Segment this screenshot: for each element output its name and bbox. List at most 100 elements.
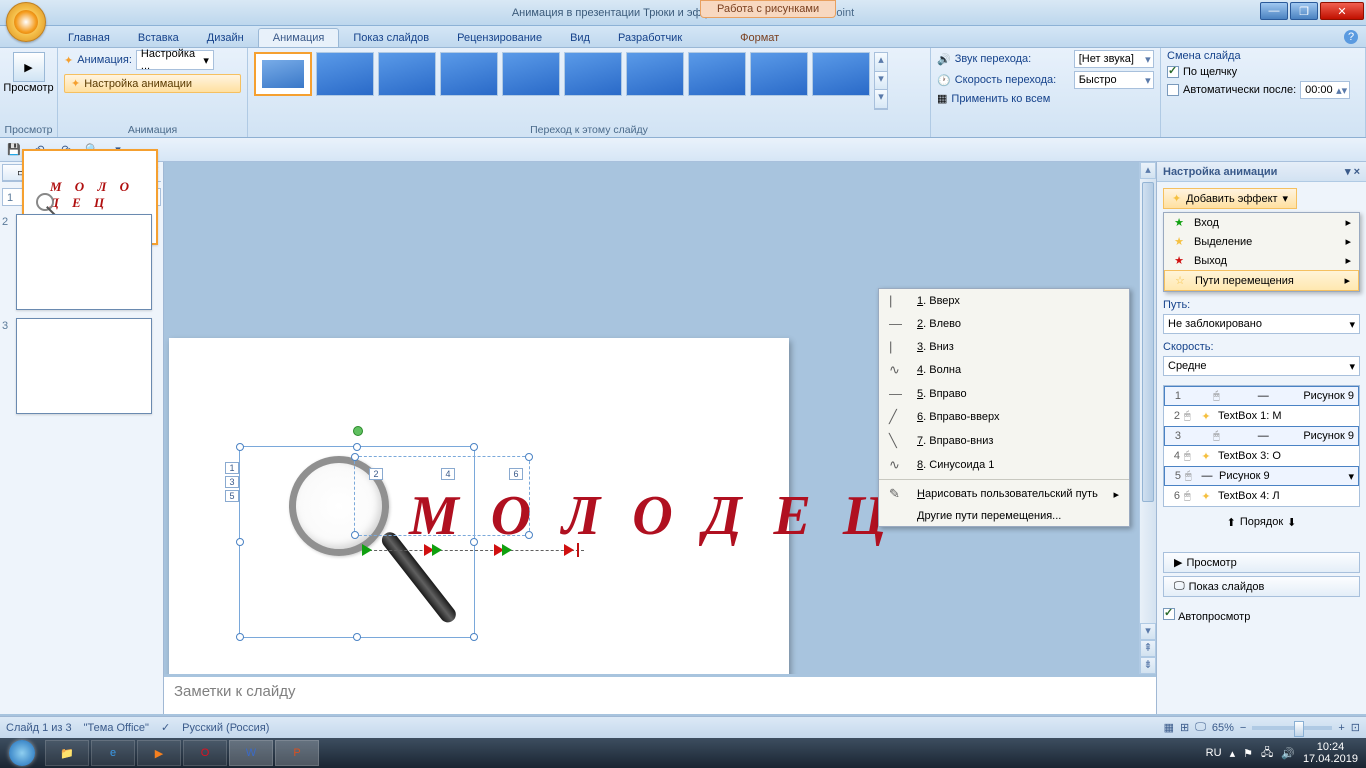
reorder-down-icon[interactable]: ⬇	[1287, 516, 1296, 529]
effect-row[interactable]: 1🖱—Рисунок 9	[1164, 386, 1359, 406]
tab-view[interactable]: Вид	[556, 29, 604, 47]
path-wave[interactable]: ∿4. Волна	[879, 358, 1129, 382]
sequence-tag[interactable]: 6	[509, 468, 523, 480]
slide-thumbnail-2[interactable]: 2	[2, 214, 161, 310]
effect-row[interactable]: 2🖱✦TextBox 1: М	[1164, 406, 1359, 426]
sound-select[interactable]: [Нет звука]▾	[1074, 50, 1154, 68]
tab-insert[interactable]: Вставка	[124, 29, 193, 47]
zoom-in-icon[interactable]: +	[1338, 722, 1344, 734]
path-custom[interactable]: ✎Нарисовать пользовательский путь▸	[879, 482, 1129, 506]
effect-row[interactable]: 3🖱—Рисунок 9	[1164, 426, 1359, 446]
effects-list[interactable]: 1🖱—Рисунок 9 2🖱✦TextBox 1: М 3🖱—Рисунок …	[1163, 385, 1360, 507]
zoom-level[interactable]: 65%	[1212, 722, 1234, 734]
office-button[interactable]	[6, 2, 46, 42]
clock-time[interactable]: 10:24	[1303, 741, 1358, 753]
tab-format[interactable]: Формат	[726, 29, 793, 47]
effect-row[interactable]: 5🖱—Рисунок 9▾	[1164, 466, 1359, 486]
sequence-tag[interactable]: 5	[225, 490, 239, 502]
effect-row[interactable]: 4🖱✦TextBox 3: О	[1164, 446, 1359, 466]
autopreview-checkbox[interactable]	[1163, 608, 1175, 620]
auto-time-spinner[interactable]: 00:00▴▾	[1300, 81, 1350, 99]
path-up-right[interactable]: ╱6. Вправо-вверх	[879, 405, 1129, 429]
taskbar-ie-icon[interactable]: e	[91, 740, 135, 766]
path-more[interactable]: Другие пути перемещения...	[879, 506, 1129, 526]
view-slideshow-icon[interactable]: 🖵	[1195, 721, 1206, 734]
speed-select[interactable]: Быстро▾	[1074, 71, 1154, 89]
zoom-out-icon[interactable]: −	[1240, 722, 1246, 734]
path-down-right[interactable]: ╲7. Вправо-вниз	[879, 429, 1129, 453]
taskbar-word-icon[interactable]: W	[229, 740, 273, 766]
on-click-checkbox[interactable]	[1167, 66, 1179, 78]
auto-after-checkbox[interactable]	[1167, 84, 1179, 96]
transition-none[interactable]	[254, 52, 312, 96]
transition-item[interactable]	[502, 52, 560, 96]
clock-date[interactable]: 17.04.2019	[1303, 753, 1358, 765]
tab-slideshow[interactable]: Показ слайдов	[339, 29, 443, 47]
motion-path[interactable]	[364, 550, 584, 551]
transition-gallery-more[interactable]: ▴▾▾	[874, 52, 888, 110]
transition-item[interactable]	[812, 52, 870, 96]
restore-button[interactable]: ❐	[1290, 2, 1318, 20]
taskpane-close-icon[interactable]: ×	[1354, 166, 1360, 178]
custom-animation-button[interactable]: ✦ Настройка анимации	[64, 74, 241, 93]
tab-animation[interactable]: Анимация	[258, 28, 340, 47]
taskpane-dropdown-icon[interactable]: ▾	[1345, 166, 1351, 178]
path-right[interactable]: —5. Вправо	[879, 382, 1129, 405]
transition-item[interactable]	[688, 52, 746, 96]
tp-slideshow-button[interactable]: 🖵Показ слайдов	[1163, 576, 1360, 597]
transition-item[interactable]	[564, 52, 622, 96]
effect-row[interactable]: 6🖱✦TextBox 4: Л	[1164, 486, 1359, 506]
start-button[interactable]	[0, 738, 44, 768]
slide-thumbnail-1[interactable]: 1М О Л О Д Е Ц	[2, 188, 161, 206]
add-effect-button[interactable]: ✦Добавить эффект▾	[1163, 188, 1297, 209]
vertical-scrollbar[interactable]: ▴ ▾ ⇞ ⇟	[1139, 162, 1156, 674]
transition-item[interactable]	[440, 52, 498, 96]
spellcheck-icon[interactable]: ✓	[161, 721, 170, 734]
menu-emphasis[interactable]: ★Выделение▸	[1164, 232, 1359, 251]
view-normal-icon[interactable]: ▦	[1164, 721, 1174, 734]
apply-all-button[interactable]: ▦Применить ко всем	[937, 92, 1154, 105]
taskbar-media-icon[interactable]: ▶	[137, 740, 181, 766]
taskbar-opera-icon[interactable]: O	[183, 740, 227, 766]
fit-icon[interactable]: ⊡	[1351, 721, 1360, 734]
menu-motion-paths[interactable]: ☆Пути перемещения▸	[1164, 270, 1359, 291]
rotation-handle[interactable]	[353, 426, 363, 436]
reorder-up-icon[interactable]: ⬆	[1227, 516, 1236, 529]
tp-speed-select[interactable]: Средне▾	[1163, 356, 1360, 376]
view-sorter-icon[interactable]: ⊞	[1180, 721, 1189, 734]
path-left[interactable]: —2. Влево	[879, 312, 1129, 335]
help-icon[interactable]: ?	[1344, 30, 1358, 44]
path-down[interactable]: |3. Вниз	[879, 335, 1129, 358]
tab-design[interactable]: Дизайн	[193, 29, 258, 47]
sequence-tag[interactable]: 2	[369, 468, 383, 480]
tray-action-icon[interactable]: ⚑	[1243, 747, 1253, 760]
transition-item[interactable]	[316, 52, 374, 96]
sequence-tag[interactable]: 3	[225, 476, 239, 488]
sequence-tag[interactable]: 1	[225, 462, 239, 474]
sequence-tag[interactable]: 4	[441, 468, 455, 480]
menu-exit[interactable]: ★Выход▸	[1164, 251, 1359, 270]
path-sine[interactable]: ∿8. Синусоида 1	[879, 453, 1129, 477]
lang-indicator[interactable]: RU	[1206, 747, 1222, 759]
tab-review[interactable]: Рецензирование	[443, 29, 556, 47]
preview-button[interactable]: ▶ Просмотр	[0, 50, 58, 96]
transition-item[interactable]	[378, 52, 436, 96]
taskbar-explorer-icon[interactable]: 📁	[45, 740, 89, 766]
language-indicator[interactable]: Русский (Россия)	[182, 722, 269, 734]
tray-flag-icon[interactable]: ▴	[1230, 747, 1236, 760]
taskbar-powerpoint-icon[interactable]: P	[275, 740, 319, 766]
save-icon[interactable]: 💾	[4, 140, 24, 160]
tray-sound-icon[interactable]: 🔊	[1281, 747, 1295, 760]
tab-home[interactable]: Главная	[54, 29, 124, 47]
slide-thumbnail-3[interactable]: 3	[2, 318, 161, 414]
transition-item[interactable]	[626, 52, 684, 96]
menu-entry[interactable]: ★Вход▸	[1164, 213, 1359, 232]
tray-network-icon[interactable]: 🖧	[1261, 744, 1273, 763]
transition-item[interactable]	[750, 52, 808, 96]
path-lock-select[interactable]: Не заблокировано▾	[1163, 314, 1360, 334]
transition-gallery[interactable]: ▴▾▾	[254, 52, 924, 110]
system-tray[interactable]: RU ▴ ⚑ 🖧 🔊 10:2417.04.2019	[1198, 741, 1366, 765]
zoom-slider[interactable]	[1252, 726, 1332, 730]
slide-canvas[interactable]: МОЛОДЕЦ 1 3 5 2 4 6	[169, 338, 789, 714]
minimize-button[interactable]: ―	[1260, 2, 1288, 20]
